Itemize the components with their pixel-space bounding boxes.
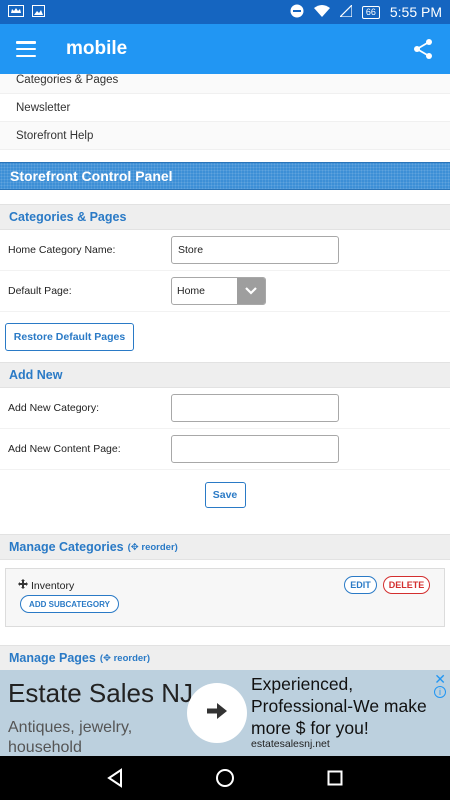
- delete-category-button[interactable]: DELETE: [383, 576, 430, 594]
- manage-categories-title: Manage Categories: [9, 540, 124, 554]
- add-content-page-label: Add New Content Page:: [8, 443, 121, 455]
- panel-title: Storefront Control Panel: [0, 162, 450, 190]
- recents-icon[interactable]: [324, 767, 346, 789]
- ad-banner[interactable]: Estate Sales NJ Antiques, jewelry, house…: [0, 670, 450, 756]
- default-page-value: Home: [177, 285, 206, 297]
- add-subcategory-button[interactable]: ADD SUBCATEGORY: [20, 595, 119, 613]
- do-not-disturb-icon: [290, 4, 304, 21]
- add-category-label: Add New Category:: [8, 402, 100, 414]
- battery-icon: 66: [361, 5, 380, 19]
- section-manage-pages: Manage Pages (✥ reorder): [0, 645, 450, 670]
- section-add-new: Add New: [0, 362, 450, 388]
- save-button[interactable]: Save: [204, 482, 246, 508]
- hamburger-menu-icon[interactable]: [16, 41, 36, 57]
- status-left: [8, 4, 45, 20]
- category-row: Inventory: [18, 579, 74, 592]
- menu-item-storefront-help[interactable]: Storefront Help: [0, 122, 450, 150]
- status-bar: 66 5:55 PM: [0, 0, 450, 24]
- ad-domain[interactable]: estatesalesnj.net: [251, 738, 330, 750]
- add-category-input[interactable]: [171, 394, 339, 422]
- arrow-right-icon: [207, 702, 227, 724]
- chevron-down-icon: [237, 278, 265, 304]
- restore-default-pages-button[interactable]: Restore Default Pages: [5, 323, 134, 351]
- app-title: mobile: [66, 38, 128, 59]
- menu-item-newsletter[interactable]: Newsletter: [0, 94, 450, 122]
- add-content-page-row: Add New Content Page:: [0, 429, 450, 470]
- restore-row: Restore Default Pages: [0, 312, 450, 362]
- edit-category-button[interactable]: EDIT: [344, 576, 377, 594]
- back-icon[interactable]: [104, 767, 126, 789]
- spacer: [0, 150, 450, 162]
- add-content-page-input[interactable]: [171, 435, 339, 463]
- default-page-row: Default Page: Home: [0, 271, 450, 312]
- ad-headline[interactable]: Experienced, Professional-We make more $…: [251, 673, 441, 739]
- system-nav-bar: [0, 756, 450, 800]
- add-category-row: Add New Category:: [0, 388, 450, 429]
- status-right: 66 5:55 PM: [290, 3, 442, 21]
- menu-item-categories-pages[interactable]: Categories & Pages: [0, 74, 450, 94]
- content-area[interactable]: Categories & Pages Newsletter Storefront…: [0, 74, 450, 670]
- category-name: Inventory: [31, 579, 75, 592]
- default-page-label: Default Page:: [8, 285, 72, 297]
- app-bar: mobile: [0, 24, 450, 74]
- section-categories-pages: Categories & Pages: [0, 204, 450, 230]
- manage-pages-title: Manage Pages: [9, 651, 96, 665]
- reorder-categories-link[interactable]: (✥ reorder): [128, 542, 178, 553]
- wifi-icon: [313, 4, 330, 20]
- share-icon[interactable]: [412, 38, 434, 60]
- section-manage-categories: Manage Categories (✥ reorder): [0, 534, 450, 560]
- notification-crown-icon: [8, 4, 24, 20]
- ad-info-icon[interactable]: i: [434, 686, 446, 698]
- save-row: Save: [0, 470, 450, 520]
- ad-subtitle[interactable]: Antiques, jewelry, household: [8, 718, 193, 756]
- home-category-label: Home Category Name:: [8, 244, 116, 256]
- default-page-select[interactable]: Home: [171, 277, 266, 305]
- ad-arrow-button[interactable]: [187, 683, 247, 743]
- image-notification-icon: [32, 4, 45, 20]
- spacer: [0, 190, 450, 204]
- clock: 5:55 PM: [389, 4, 442, 20]
- drag-handle-icon[interactable]: [18, 579, 28, 592]
- home-icon[interactable]: [214, 767, 236, 789]
- category-item: Inventory EDIT DELETE ADD SUBCATEGORY: [5, 568, 445, 627]
- signal-icon: [338, 3, 353, 20]
- home-category-row: Home Category Name: Store: [0, 230, 450, 271]
- ad-title[interactable]: Estate Sales NJ: [8, 678, 193, 709]
- home-category-input[interactable]: Store: [171, 236, 339, 264]
- reorder-pages-link[interactable]: (✥ reorder): [100, 653, 150, 664]
- nav-menu-list: Categories & Pages Newsletter Storefront…: [0, 74, 450, 150]
